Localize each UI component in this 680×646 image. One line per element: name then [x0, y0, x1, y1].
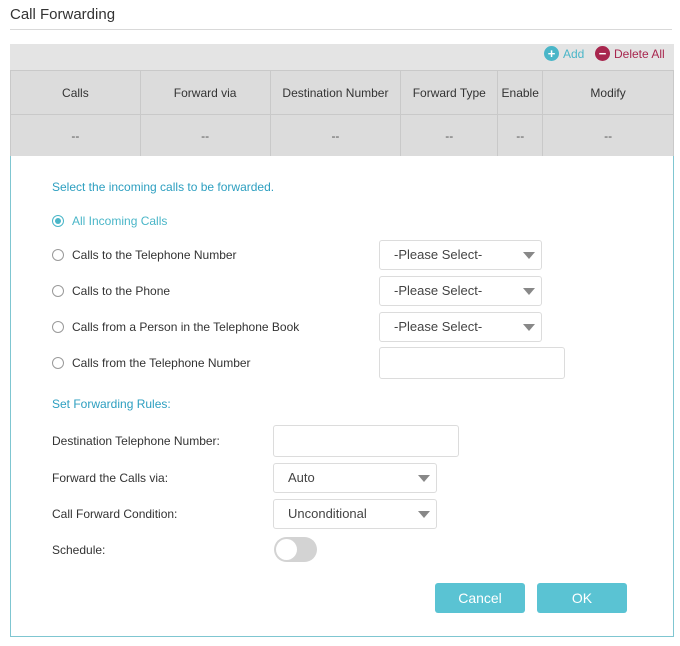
select-value: -Please Select- — [394, 247, 483, 262]
column-header-destination-number: Destination Number — [269, 70, 402, 115]
forward-via-label: Forward the Calls via: — [52, 471, 169, 485]
schedule-toggle[interactable] — [274, 537, 317, 562]
select-value: Auto — [288, 470, 315, 485]
radio-label: Calls to the Telephone Number — [72, 248, 237, 262]
chevron-down-icon — [418, 475, 430, 482]
minus-circle-icon: − — [595, 46, 610, 61]
destination-number-input[interactable] — [273, 425, 459, 457]
forward-via-select[interactable]: Auto — [273, 463, 437, 493]
telephone-number-select[interactable]: -Please Select- — [379, 240, 542, 270]
column-header-forward-via: Forward via — [139, 70, 271, 115]
forwarding-form-panel: Select the incoming calls to be forwarde… — [10, 156, 674, 637]
table-row: -- -- -- -- -- -- — [10, 114, 674, 157]
plus-circle-icon: + — [544, 46, 559, 61]
add-button[interactable]: + Add — [544, 46, 584, 61]
chevron-down-icon — [418, 511, 430, 518]
forwarding-rules-heading: Set Forwarding Rules: — [52, 397, 171, 411]
cancel-button[interactable]: Cancel — [435, 583, 525, 613]
select-value: -Please Select- — [394, 319, 483, 334]
radio-button[interactable] — [52, 321, 64, 333]
table-header-row: Calls Forward via Destination Number For… — [10, 70, 674, 115]
radio-button[interactable] — [52, 215, 64, 227]
phonebook-person-select[interactable]: -Please Select- — [379, 312, 542, 342]
radio-calls-to-telephone-number[interactable]: Calls to the Telephone Number — [52, 248, 237, 262]
table-cell: -- — [139, 114, 271, 157]
ok-button[interactable]: OK — [537, 583, 627, 613]
schedule-label: Schedule: — [52, 543, 106, 557]
column-header-forward-type: Forward Type — [400, 70, 499, 115]
forward-condition-label: Call Forward Condition: — [52, 507, 178, 521]
radio-button[interactable] — [52, 357, 64, 369]
radio-calls-to-phone[interactable]: Calls to the Phone — [52, 284, 170, 298]
chevron-down-icon — [523, 252, 535, 259]
table-toolbar: + Add − Delete All — [10, 44, 674, 70]
radio-label: Calls from a Person in the Telephone Boo… — [72, 320, 300, 334]
destination-number-label: Destination Telephone Number: — [52, 434, 220, 448]
column-header-calls: Calls — [10, 70, 141, 115]
title-divider — [10, 29, 672, 30]
incoming-calls-heading: Select the incoming calls to be forwarde… — [52, 180, 275, 194]
radio-all-incoming-calls[interactable]: All Incoming Calls — [52, 214, 167, 228]
toggle-knob — [276, 539, 297, 560]
forward-condition-select[interactable]: Unconditional — [273, 499, 437, 529]
select-value: -Please Select- — [394, 283, 483, 298]
delete-all-label: Delete All — [614, 46, 665, 61]
delete-all-button[interactable]: − Delete All — [595, 46, 665, 61]
add-label: Add — [563, 46, 585, 61]
chevron-down-icon — [523, 288, 535, 295]
radio-label: Calls to the Phone — [72, 284, 171, 298]
chevron-down-icon — [523, 324, 535, 331]
radio-label: Calls from the Telephone Number — [72, 356, 251, 370]
table-cell: -- — [10, 114, 141, 157]
table-cell: -- — [497, 114, 544, 157]
page-title: Call Forwarding — [10, 6, 116, 23]
column-header-enable: Enable — [497, 70, 544, 115]
radio-label: All Incoming Calls — [72, 214, 168, 228]
radio-button[interactable] — [52, 285, 64, 297]
table-cell: -- — [400, 114, 499, 157]
radio-button[interactable] — [52, 249, 64, 261]
forwarding-table: Calls Forward via Destination Number For… — [10, 70, 674, 157]
radio-calls-from-phonebook-person[interactable]: Calls from a Person in the Telephone Boo… — [52, 320, 299, 334]
radio-calls-from-telephone-number[interactable]: Calls from the Telephone Number — [52, 356, 251, 370]
table-cell: -- — [542, 114, 674, 157]
phone-select[interactable]: -Please Select- — [379, 276, 542, 306]
table-cell: -- — [269, 114, 402, 157]
column-header-modify: Modify — [542, 70, 674, 115]
select-value: Unconditional — [288, 506, 367, 521]
from-telephone-number-input[interactable] — [379, 347, 565, 379]
